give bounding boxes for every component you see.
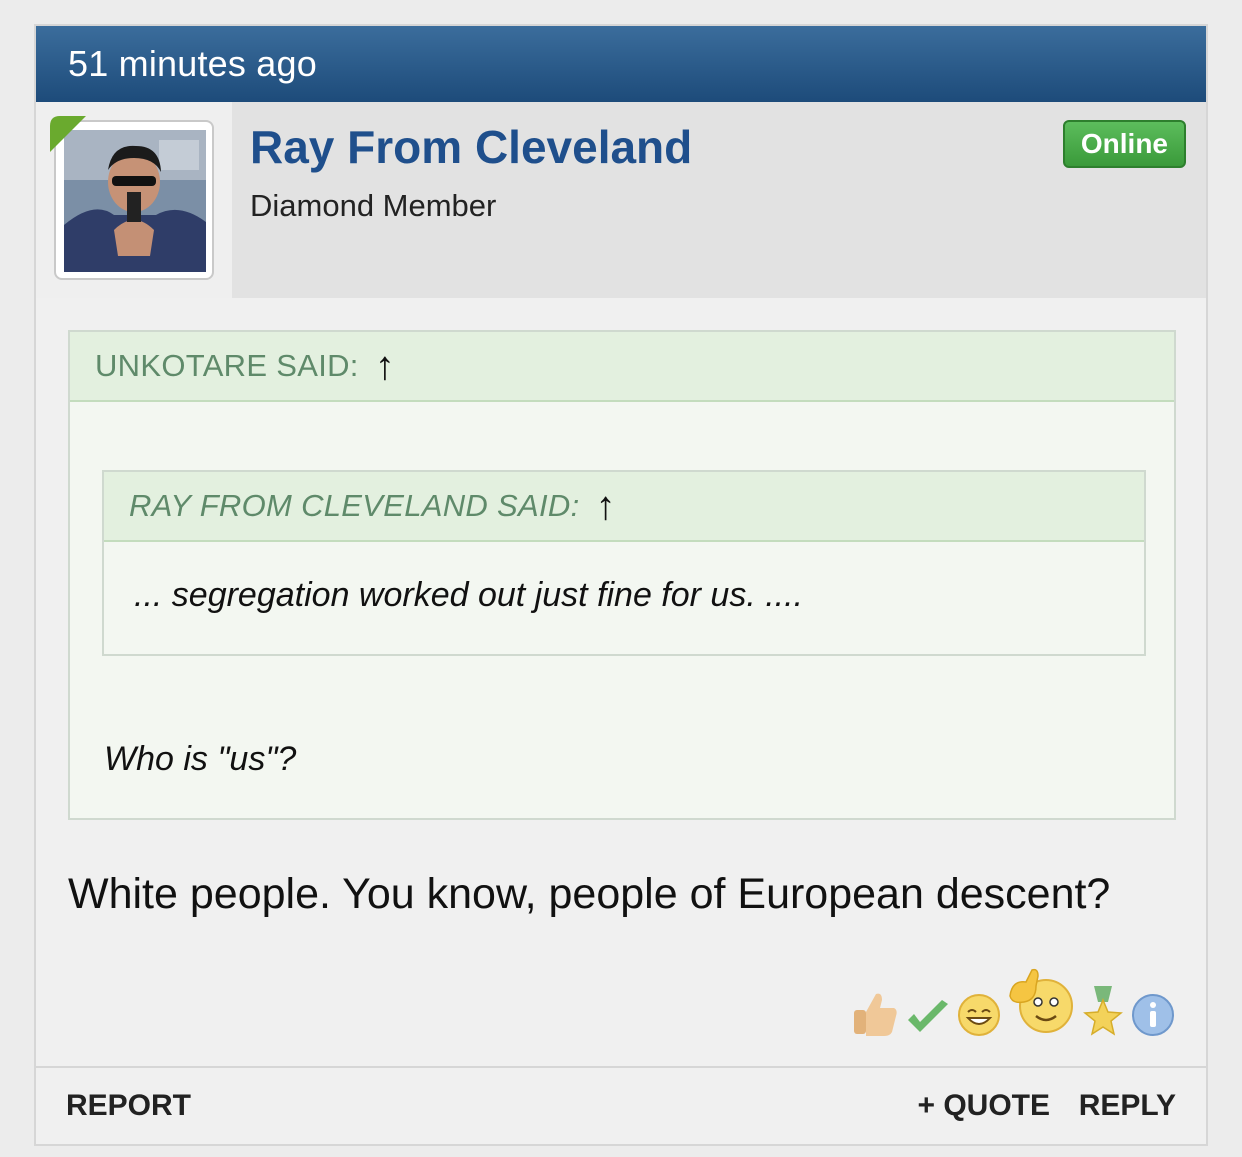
online-status-badge: Online [1062,120,1186,168]
quote-button[interactable]: + QUOTE [917,1089,1050,1123]
user-title: Diamond Member [250,188,497,223]
thumbs-up-icon[interactable] [850,990,900,1038]
nested-quote-block: RAY FROM CLEVELAND SAID: ↑ ... segregati… [102,470,1146,656]
post-footer: REPORT + QUOTE REPLY [36,1066,1206,1144]
nested-quote-text: ... segregation worked out just fine for… [134,576,804,614]
jump-to-quote-icon[interactable]: ↑ [375,346,395,386]
quote-author: UNKOTARE SAID: [95,348,359,383]
report-button[interactable]: REPORT [66,1089,191,1123]
avatar-column [36,102,232,298]
online-indicator-icon [50,116,86,152]
nested-quote-author: RAY FROM CLEVELAND SAID: [129,488,580,523]
check-icon[interactable] [904,998,952,1038]
quote-text: Who is "us"? [104,740,297,778]
info-icon[interactable] [1130,992,1176,1038]
post-header: 51 minutes ago [36,26,1206,102]
username-link[interactable]: Ray From Cleveland [250,120,692,174]
quote-header: UNKOTARE SAID: ↑ [70,332,1174,402]
laugh-icon[interactable] [956,992,1002,1038]
post-time: 51 minutes ago [68,43,317,84]
forum-post: 51 minutes ago Ray From Cleveland Diamon… [34,24,1208,1146]
medal-icon[interactable] [1080,984,1126,1038]
jump-to-nested-quote-icon[interactable]: ↑ [596,486,616,526]
post-message: White people. You know, people of Europe… [68,870,1111,918]
reply-button[interactable]: REPLY [1079,1089,1176,1123]
user-info: Ray From Cleveland Diamond Member Online [36,102,1206,298]
pointing-face-icon[interactable] [1006,966,1076,1038]
quote-block: UNKOTARE SAID: ↑ RAY FROM CLEVELAND SAID… [68,330,1176,820]
nested-quote-header: RAY FROM CLEVELAND SAID: ↑ [104,472,1144,542]
reaction-bar [850,966,1176,1038]
